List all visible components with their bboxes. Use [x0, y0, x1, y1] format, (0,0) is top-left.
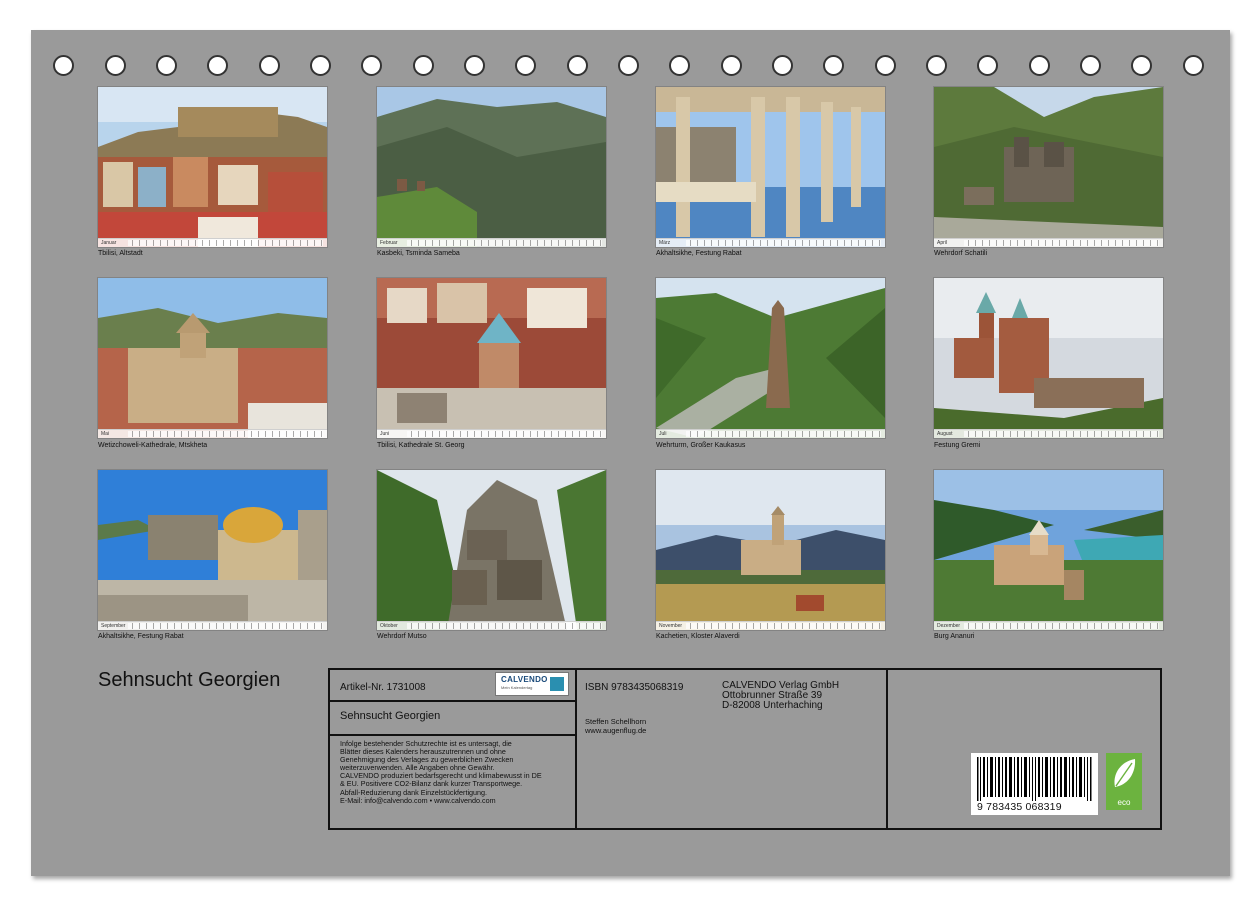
calvendo-logo: CALVENDO Mein Kalendertag	[495, 672, 569, 696]
binding-hole	[105, 55, 126, 76]
photo-rabat-fortress-arcade: März	[656, 87, 885, 247]
photo-caption: Kachetien, Kloster Alaverdi	[656, 633, 740, 640]
article-number: Artikel-Nr. 1731008	[340, 682, 426, 693]
photo-caption: Akhaltsikhe, Festung Rabat	[98, 633, 184, 640]
photo-caption: Burg Ananuri	[934, 633, 975, 640]
photo-kazbegi-church: Februar	[377, 87, 606, 247]
month-strip: Juni	[377, 429, 606, 438]
photo-tbilisi-old-town: Januar	[98, 87, 327, 247]
month-strip: April	[934, 238, 1163, 247]
website: www.augenflug.de	[585, 726, 647, 735]
binding-hole	[156, 55, 177, 76]
binding-hole	[413, 55, 434, 76]
isbn: ISBN 9783435068319	[585, 682, 684, 693]
month-strip: August	[934, 429, 1163, 438]
binding-hole	[567, 55, 588, 76]
binding-hole	[1183, 55, 1204, 76]
month-strip: Juli	[656, 429, 885, 438]
month-strip: Dezember	[934, 621, 1163, 630]
photo-caption: Wetizchoweli-Kathedrale, Mtskheta	[98, 442, 208, 449]
binding-hole	[823, 55, 844, 76]
month-strip: März	[656, 238, 885, 247]
photo-caption: Akhaltsikhe, Festung Rabat	[656, 250, 742, 257]
month-strip: Januar	[98, 238, 327, 247]
binding-hole	[618, 55, 639, 76]
month-strip: November	[656, 621, 885, 630]
logo-mark-icon	[550, 677, 564, 691]
month-label: April	[937, 240, 948, 246]
barcode-bars-icon	[977, 757, 1092, 801]
photo-caption: Festung Gremi	[934, 442, 981, 449]
photo-st-george-cathedral: Juni	[377, 278, 606, 438]
month-strip: Oktober	[377, 621, 606, 630]
binding-hole	[53, 55, 74, 76]
month-label: März	[659, 240, 671, 246]
month-strip: September	[98, 621, 327, 630]
eco-label: eco	[1117, 798, 1131, 807]
binding-hole	[721, 55, 742, 76]
binding-hole	[1131, 55, 1152, 76]
photo-caption: Wehrturm, Großer Kaukasus	[656, 442, 746, 449]
binding-hole	[772, 55, 793, 76]
binding-hole	[464, 55, 485, 76]
month-label: August	[937, 431, 953, 437]
leaf-icon	[1114, 759, 1136, 787]
binding-hole	[1080, 55, 1101, 76]
month-label: Januar	[101, 240, 117, 246]
binding-hole	[207, 55, 228, 76]
binding-hole	[259, 55, 280, 76]
info-title: Sehnsucht Georgien	[340, 710, 441, 722]
photo-defense-tower: Juli	[656, 278, 885, 438]
photo-alaverdi-monastery: November	[656, 470, 885, 630]
calendar-title: Sehnsucht Georgien	[98, 669, 281, 691]
photo-shatili-village: April	[934, 87, 1163, 247]
isbn-barcode: 9 783435 068319	[971, 753, 1098, 815]
photo-svetitskhoveli-cathedral: Mai	[98, 278, 327, 438]
month-label: Oktober	[380, 623, 398, 629]
month-label: Mai	[101, 431, 110, 437]
photo-caption: Kasbeki, Tsminda Sameba	[377, 250, 460, 257]
month-strip: Mai	[98, 429, 327, 438]
barcode-number: 9 783435 068319	[977, 801, 1062, 813]
photo-caption: Wehrdorf Schatili	[934, 250, 988, 257]
binding-hole	[310, 55, 331, 76]
legal-line: E-Mail: info@calvendo.com • www.calvendo…	[340, 795, 496, 805]
author: Steffen Schellhorn	[585, 717, 647, 726]
month-strip: Februar	[377, 238, 606, 247]
photo-caption: Tbilisi, Altstadt	[98, 250, 143, 257]
binding-hole	[669, 55, 690, 76]
binding-hole	[361, 55, 382, 76]
logo-text: CALVENDO	[501, 675, 548, 684]
month-label: November	[659, 623, 683, 629]
binding-hole	[977, 55, 998, 76]
photo-rabat-fortress-dome: September	[98, 470, 327, 630]
month-label: Dezember	[937, 623, 961, 629]
legal-text: Infolge bestehender Schutzrechte ist es …	[340, 739, 572, 805]
photo-gremi-fortress: August	[934, 278, 1163, 438]
binding-hole	[515, 55, 536, 76]
photo-mutso-village: Oktober	[377, 470, 606, 630]
month-label: September	[101, 623, 126, 629]
month-label: Februar	[380, 240, 398, 246]
binding-hole	[1029, 55, 1050, 76]
binding-hole	[875, 55, 896, 76]
photo-ananuri-fortress: Dezember	[934, 470, 1163, 630]
month-label: Juli	[659, 431, 667, 437]
binding-hole	[926, 55, 947, 76]
publisher-line: D-82008 Unterhaching	[722, 700, 823, 711]
photo-caption: Tbilisi, Kathedrale St. Georg	[377, 442, 465, 449]
eco-badge: eco	[1106, 753, 1142, 810]
info-box: Artikel-Nr. 1731008 CALVENDO Mein Kalend…	[328, 668, 1162, 830]
photo-caption: Wehrdorf Mutso	[377, 633, 427, 640]
logo-subtext: Mein Kalendertag	[501, 685, 533, 690]
month-label: Juni	[380, 431, 390, 437]
